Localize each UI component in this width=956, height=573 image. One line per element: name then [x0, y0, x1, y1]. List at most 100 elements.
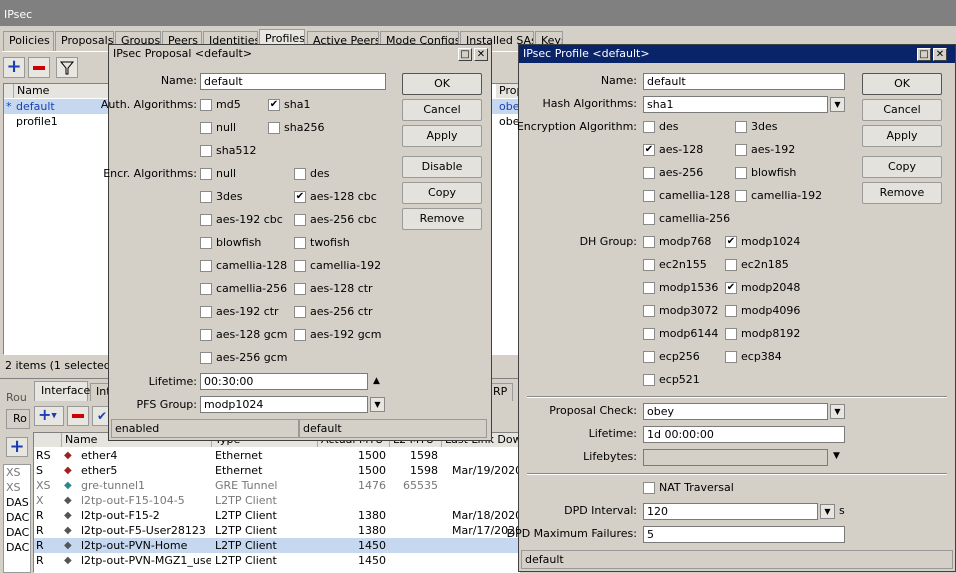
apply-button[interactable]: Apply — [402, 125, 482, 147]
checkmark-icon[interactable]: ✔ — [268, 99, 280, 111]
checkbox-box[interactable] — [294, 329, 306, 341]
checkbox-box[interactable] — [200, 168, 212, 180]
lifebytes-input[interactable] — [643, 449, 828, 466]
table-row[interactable]: X ◆ l2tp-out-F15-104-5 L2TP Client — [34, 493, 519, 508]
checkmark-icon[interactable]: ✔ — [294, 191, 306, 203]
dpd-interval-input[interactable]: 120 — [643, 503, 818, 520]
ok-button[interactable]: OK — [862, 73, 942, 95]
tab-policies[interactable]: Policies — [3, 31, 54, 51]
remove-button[interactable] — [28, 57, 50, 78]
encr-null-checkbox[interactable]: null — [200, 166, 236, 182]
encr-camellia-256-checkbox[interactable]: camellia-256 — [200, 281, 287, 297]
copy-button[interactable]: Copy — [862, 156, 942, 178]
checkbox-box[interactable] — [643, 213, 655, 225]
checkmark-icon[interactable]: ✔ — [725, 282, 737, 294]
checkbox-box[interactable] — [735, 190, 747, 202]
encr-aes-256-cbc-checkbox[interactable]: aes-256 cbc — [294, 212, 377, 228]
enc-des-checkbox[interactable]: des — [643, 119, 678, 135]
checkbox-box[interactable] — [735, 144, 747, 156]
table-row[interactable]: R ◆ l2tp-out-F15-2 L2TP Client 1380 Mar/18/20… — [34, 508, 519, 523]
maximize-button[interactable]: □ — [917, 48, 931, 61]
proposal-check-select[interactable]: obey — [643, 403, 828, 420]
checkbox-box[interactable] — [294, 306, 306, 318]
dh-modp1024-checkbox[interactable]: ✔ modp1024 — [725, 234, 800, 250]
checkbox-box[interactable] — [643, 305, 655, 317]
dh-modp4096-checkbox[interactable]: modp4096 — [725, 303, 800, 319]
encr-aes-128-gcm-checkbox[interactable]: aes-128 gcm — [200, 327, 287, 343]
checkbox-box[interactable] — [725, 328, 737, 340]
checkbox-box[interactable] — [294, 260, 306, 272]
dh-ecp384-checkbox[interactable]: ecp384 — [725, 349, 782, 365]
encr-aes-128-cbc-checkbox[interactable]: ✔ aes-128 cbc — [294, 189, 377, 205]
name-input[interactable]: default — [200, 73, 386, 90]
encr-3des-checkbox[interactable]: 3des — [200, 189, 242, 205]
column-header-flag[interactable] — [34, 433, 62, 447]
table-row[interactable]: R ◆ l2tp-out-F5-User28123 L2TP Client 1380 Ma… — [34, 523, 519, 538]
checkmark-icon[interactable]: ✔ — [643, 144, 655, 156]
checkmark-icon[interactable]: ✔ — [725, 236, 737, 248]
auth-sha1-checkbox[interactable]: ✔ sha1 — [268, 97, 310, 113]
checkbox-box[interactable] — [643, 351, 655, 363]
checkbox-box[interactable] — [294, 237, 306, 249]
enc-aes-128-checkbox[interactable]: ✔ aes-128 — [643, 142, 703, 158]
dpd-maximum-failures-input[interactable]: 5 — [643, 526, 845, 543]
checkbox-box[interactable] — [200, 329, 212, 341]
encr-aes-192-cbc-checkbox[interactable]: aes-192 cbc — [200, 212, 283, 228]
interface-add-button[interactable]: +▼ — [34, 406, 64, 426]
dh-modp8192-checkbox[interactable]: modp8192 — [725, 326, 800, 342]
dh-ec2n155-checkbox[interactable]: ec2n155 — [643, 257, 707, 273]
table-row[interactable]: XS ◆ gre-tunnel1 GRE Tunnel 1476 65535 — [34, 478, 519, 493]
encr-twofish-checkbox[interactable]: twofish — [294, 235, 350, 251]
checkbox-box[interactable] — [643, 282, 655, 294]
encr-camellia-128-checkbox[interactable]: camellia-128 — [200, 258, 287, 274]
pfs-group-select[interactable]: modp1024 — [200, 396, 368, 413]
encr-aes-192-gcm-checkbox[interactable]: aes-192 gcm — [294, 327, 381, 343]
chevron-down-icon[interactable]: ▼ — [370, 397, 385, 412]
encr-des-checkbox[interactable]: des — [294, 166, 329, 182]
encr-aes-128-ctr-checkbox[interactable]: aes-128 ctr — [294, 281, 373, 297]
cancel-button[interactable]: Cancel — [862, 99, 942, 121]
enc-camellia-128-checkbox[interactable]: camellia-128 — [643, 188, 730, 204]
nat-traversal-checkbox[interactable]: NAT Traversal — [643, 480, 734, 496]
encr-camellia-192-checkbox[interactable]: camellia-192 — [294, 258, 381, 274]
checkbox-box[interactable] — [294, 168, 306, 180]
tab-interface-list[interactable]: Int — [90, 383, 110, 401]
dh-modp2048-checkbox[interactable]: ✔ modp2048 — [725, 280, 800, 296]
dh-modp3072-checkbox[interactable]: modp3072 — [643, 303, 718, 319]
tab-proposals[interactable]: Proposals — [55, 31, 114, 51]
name-input[interactable]: default — [643, 73, 845, 90]
hash-algorithms-select[interactable]: sha1 — [643, 96, 828, 113]
encr-aes-192-ctr-checkbox[interactable]: aes-192 ctr — [200, 304, 279, 320]
maximize-button[interactable]: □ — [458, 48, 472, 61]
dh-modp6144-checkbox[interactable]: modp6144 — [643, 326, 718, 342]
chevron-down-icon[interactable]: ▼ — [820, 504, 835, 519]
dh-modp1536-checkbox[interactable]: modp1536 — [643, 280, 718, 296]
enc-aes-192-checkbox[interactable]: aes-192 — [735, 142, 795, 158]
checkbox-box[interactable] — [200, 99, 212, 111]
encr-blowfish-checkbox[interactable]: blowfish — [200, 235, 261, 251]
interface-left-tab[interactable]: Ro — [6, 409, 30, 429]
encr-aes-256-ctr-checkbox[interactable]: aes-256 ctr — [294, 304, 373, 320]
column-header-name[interactable]: Name — [14, 84, 114, 98]
enc-blowfish-checkbox[interactable]: blowfish — [735, 165, 796, 181]
apply-button[interactable]: Apply — [862, 125, 942, 147]
dh-ecp521-checkbox[interactable]: ecp521 — [643, 372, 700, 388]
checkbox-box[interactable] — [200, 122, 212, 134]
enc-camellia-256-checkbox[interactable]: camellia-256 — [643, 211, 730, 227]
checkbox-box[interactable] — [200, 306, 212, 318]
chevron-down-icon[interactable]: ▼ — [833, 451, 840, 461]
remove-button[interactable]: Remove — [402, 208, 482, 230]
lifetime-input[interactable]: 00:30:00 — [200, 373, 368, 390]
interface-left-add-button[interactable]: + — [6, 437, 28, 457]
checkbox-box[interactable] — [200, 352, 212, 364]
checkbox-box[interactable] — [643, 259, 655, 271]
ok-button[interactable]: OK — [402, 73, 482, 95]
checkbox-box[interactable] — [200, 214, 212, 226]
tab-rp[interactable]: RP — [489, 383, 513, 401]
checkbox-box[interactable] — [643, 167, 655, 179]
auth-md5-checkbox[interactable]: md5 — [200, 97, 241, 113]
dh-ec2n185-checkbox[interactable]: ec2n185 — [725, 257, 789, 273]
lifetime-input[interactable]: 1d 00:00:00 — [643, 426, 845, 443]
checkbox-box[interactable] — [643, 121, 655, 133]
table-row[interactable]: RS ◆ ether4 Ethernet 1500 1598 — [34, 448, 519, 463]
